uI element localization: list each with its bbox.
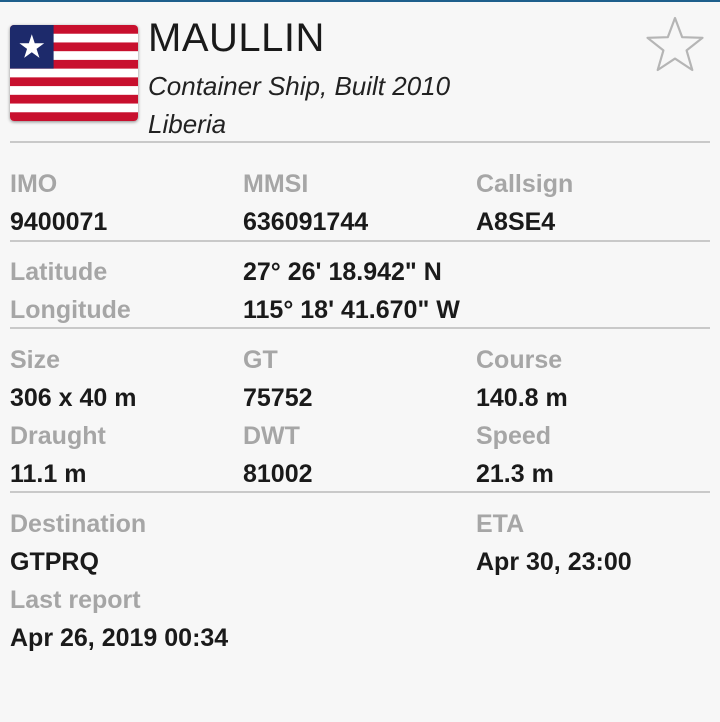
callsign-label: Callsign: [476, 170, 574, 198]
latitude-label: Latitude: [10, 258, 108, 286]
draught-value: 11.1 m: [10, 460, 87, 488]
section-divider: [10, 240, 710, 242]
section-divider: [10, 491, 710, 493]
draught-label: Draught: [10, 422, 106, 450]
ship-country: Liberia: [148, 109, 227, 139]
ship-name: MAULLIN: [148, 16, 325, 60]
gt-value: 75752: [243, 384, 313, 412]
dwt-value: 81002: [243, 460, 313, 488]
section-divider: [10, 327, 710, 329]
star-outline-icon[interactable]: [644, 14, 706, 76]
last-report-value: Apr 26, 2019 00:34: [10, 624, 229, 652]
size-value: 306 x 40 m: [10, 384, 137, 412]
liberia-flag-icon: [10, 25, 138, 121]
speed-value: 21.3 m: [476, 460, 554, 488]
gt-label: GT: [243, 346, 278, 374]
imo-value: 9400071: [10, 208, 108, 236]
mmsi-value: 636091744: [243, 208, 369, 236]
speed-label: Speed: [476, 422, 552, 450]
eta-label: ETA: [476, 510, 525, 538]
longitude-value: 115° 18' 41.670" W: [243, 296, 460, 324]
course-label: Course: [476, 346, 563, 374]
ship-type-built-year: Container Ship, Built 2010: [148, 71, 451, 101]
longitude-label: Longitude: [10, 296, 131, 324]
last-report-label: Last report: [10, 586, 141, 614]
mmsi-label: MMSI: [243, 170, 309, 198]
destination-value: GTPRQ: [10, 548, 99, 576]
eta-value: Apr 30, 23:00: [476, 548, 632, 576]
destination-label: Destination: [10, 510, 147, 538]
imo-label: IMO: [10, 170, 58, 198]
dwt-label: DWT: [243, 422, 300, 450]
section-divider: [10, 141, 710, 143]
top-accent-line: [0, 0, 720, 2]
latitude-value: 27° 26' 18.942" N: [243, 258, 442, 286]
callsign-value: A8SE4: [476, 208, 556, 236]
course-value: 140.8 m: [476, 384, 568, 412]
size-label: Size: [10, 346, 61, 374]
